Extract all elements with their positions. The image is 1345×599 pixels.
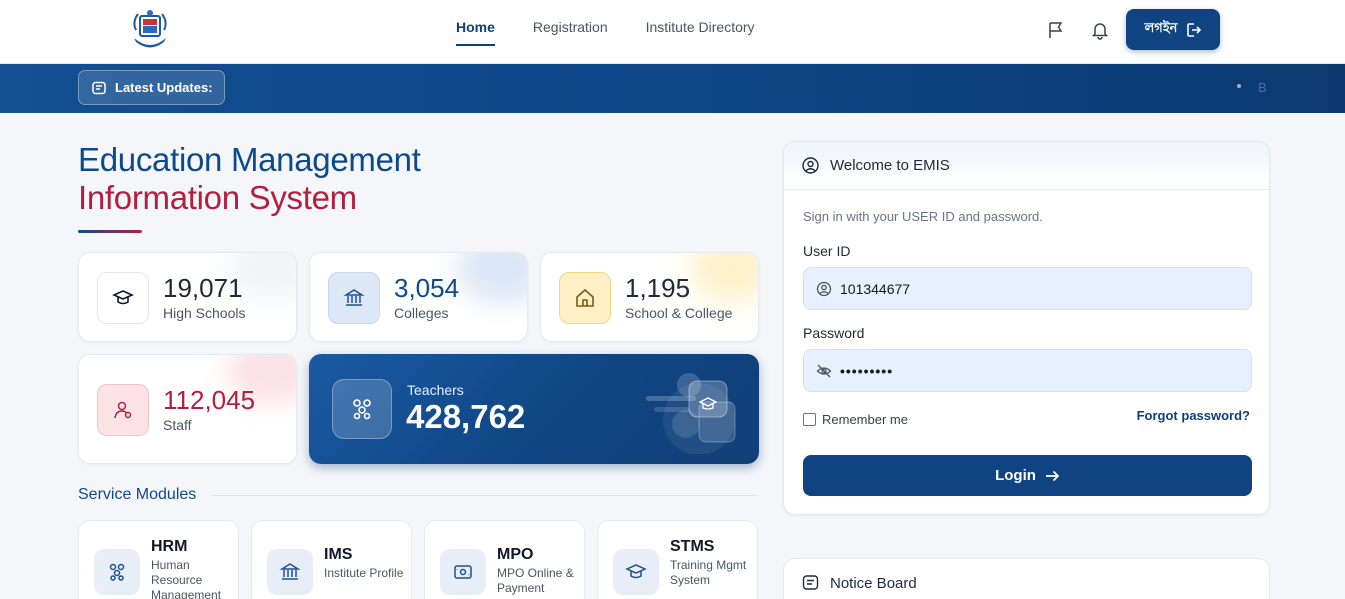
password-label: Password — [803, 325, 865, 341]
user-circle-icon — [802, 157, 819, 174]
wallet-icon — [440, 549, 486, 595]
graduation-cap-icon — [97, 272, 149, 324]
latest-updates-badge: Latest Updates: — [78, 70, 225, 105]
notice-board-title: Notice Board — [830, 575, 917, 592]
stat-card-colleges: 3,054 Colleges — [309, 252, 528, 342]
header-login-button[interactable]: লগইন — [1126, 9, 1220, 50]
stat-card-high-schools: 19,071 High Schools — [78, 252, 297, 342]
module-code: IMS — [324, 546, 353, 563]
module-code: STMS — [670, 538, 715, 555]
user-id-input[interactable] — [840, 268, 1240, 309]
module-desc: MPO Online & Payment — [497, 566, 574, 595]
stat-value: 112,045 — [163, 385, 256, 415]
user-id-label: User ID — [803, 243, 851, 259]
home-icon — [559, 272, 611, 324]
notice-board-panel: Notice Board — [783, 558, 1270, 599]
hero-underline — [78, 230, 142, 233]
news-icon — [92, 81, 106, 94]
password-field — [803, 349, 1252, 392]
institution-icon — [267, 549, 313, 595]
staff-icon — [97, 384, 149, 436]
stat-value: 19,071 — [163, 273, 243, 303]
stat-label: School & College — [625, 305, 733, 321]
module-code: HRM — [151, 538, 188, 555]
ticker-dot — [1237, 84, 1241, 88]
card-glow — [688, 253, 758, 303]
login-panel: Welcome to EMIS Sign in with your USER I… — [783, 141, 1270, 515]
stat-label: Staff — [163, 417, 192, 433]
bell-icon[interactable] — [1090, 20, 1110, 40]
top-navbar: Home Registration Institute Directory লগ… — [0, 0, 1345, 64]
latest-updates-band: Latest Updates: B — [0, 64, 1345, 113]
flag-icon[interactable] — [1046, 20, 1066, 40]
eye-off-icon[interactable] — [816, 363, 832, 379]
emblem-logo[interactable] — [128, 8, 172, 50]
notice-icon — [802, 575, 819, 590]
login-panel-title: Welcome to EMIS — [830, 157, 950, 174]
module-desc: Institute Profile — [324, 566, 404, 580]
stat-label: Colleges — [394, 305, 449, 321]
teachers-label: Teachers — [407, 382, 464, 398]
password-input[interactable] — [840, 350, 1240, 391]
forgot-password-link[interactable]: Forgot password? — [1137, 408, 1250, 423]
stat-card-teachers: Teachers 428,762 — [309, 354, 759, 464]
login-button-label: Login — [995, 467, 1036, 484]
main-nav: Home Registration Institute Directory — [456, 19, 755, 46]
graduation-cap-icon — [613, 549, 659, 595]
institution-icon — [328, 272, 380, 324]
teachers-illustration — [646, 373, 736, 454]
remember-me-checkbox[interactable] — [803, 413, 816, 426]
module-card-mpo[interactable]: MPO MPO Online & Payment — [424, 520, 585, 599]
nav-registration[interactable]: Registration — [533, 19, 608, 45]
login-hint: Sign in with your USER ID and password. — [803, 209, 1043, 224]
arrow-right-icon — [1045, 470, 1060, 481]
hero-title-line1: Education Management — [78, 141, 421, 178]
sign-in-icon — [1187, 22, 1202, 37]
nav-home[interactable]: Home — [456, 19, 495, 46]
user-id-field — [803, 267, 1252, 310]
latest-updates-label: Latest Updates: — [115, 80, 213, 95]
module-card-ims[interactable]: IMS Institute Profile — [251, 520, 412, 599]
user-icon — [816, 281, 832, 297]
card-glow — [457, 253, 527, 303]
stat-card-school-college: 1,195 School & College — [540, 252, 759, 342]
ticker-text[interactable]: B — [1258, 80, 1267, 95]
module-card-hrm[interactable]: HRM Human Resource Management — [78, 520, 239, 599]
remember-me-label: Remember me — [822, 412, 908, 427]
nav-institute-directory[interactable]: Institute Directory — [646, 19, 755, 45]
login-button[interactable]: Login — [803, 455, 1252, 496]
module-code: MPO — [497, 546, 534, 563]
stat-label: High Schools — [163, 305, 246, 321]
hero-title-line2: Information System — [78, 179, 357, 216]
remember-me[interactable]: Remember me — [803, 412, 908, 427]
module-desc: Human Resource Management — [151, 558, 222, 599]
people-icon — [94, 549, 140, 595]
teachers-value: 428,762 — [406, 398, 526, 435]
stat-value: 3,054 — [394, 273, 460, 303]
group-icon — [332, 379, 392, 439]
header-login-label: লগইন — [1144, 20, 1178, 35]
module-desc: Training Mgmt System — [670, 558, 747, 587]
stat-card-staff: 112,045 Staff — [78, 354, 297, 464]
module-card-stms[interactable]: STMS Training Mgmt System — [597, 520, 758, 599]
login-panel-header: Welcome to EMIS — [784, 142, 1269, 190]
stat-value: 1,195 — [625, 273, 691, 303]
section-divider — [212, 495, 758, 496]
service-modules-title: Service Modules — [78, 486, 197, 503]
